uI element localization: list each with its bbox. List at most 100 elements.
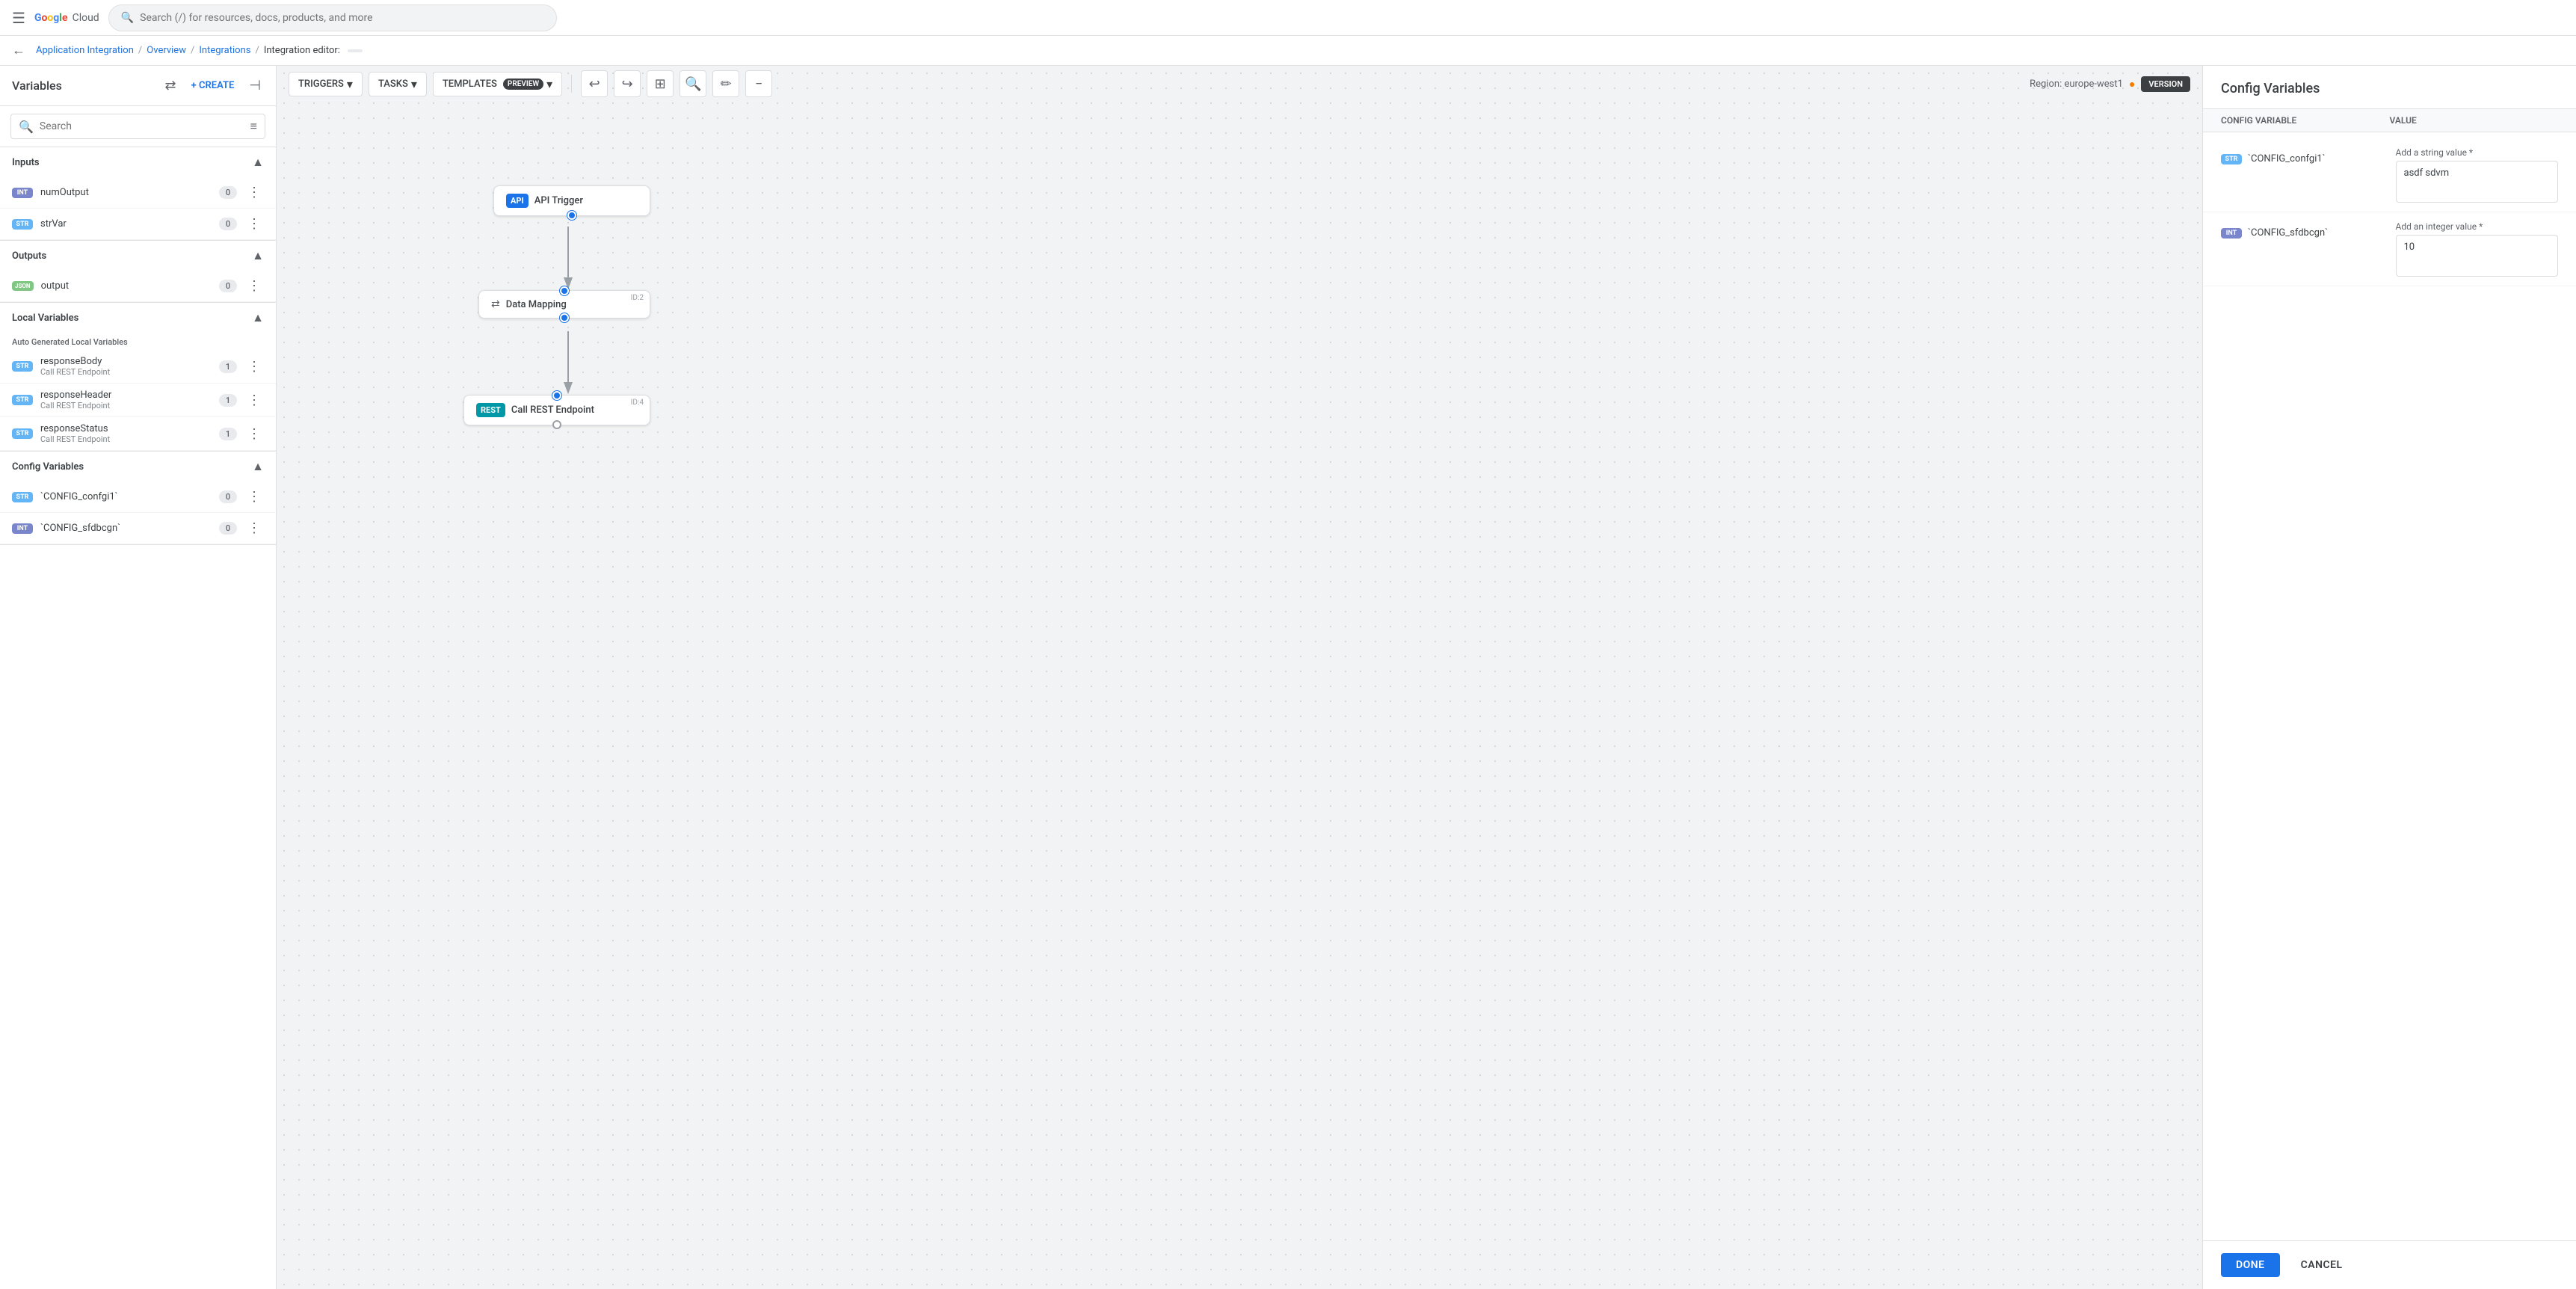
outputs-section-header[interactable]: Outputs ▲: [0, 241, 276, 271]
done-button[interactable]: DONE: [2221, 1253, 2280, 1277]
local-variables-title: Local Variables: [12, 313, 252, 324]
list-item[interactable]: STR responseHeader Call REST Endpoint 1 …: [0, 384, 276, 417]
status-dot: ●: [2129, 78, 2135, 90]
cancel-button[interactable]: CANCEL: [2289, 1253, 2355, 1277]
type-badge-int: INT: [12, 188, 33, 198]
panel-table-header: Config Variable Value: [2203, 109, 2576, 132]
list-item[interactable]: STR strVar 0 ⋮: [0, 209, 276, 240]
var-menu-icon[interactable]: ⋮: [244, 425, 264, 443]
var-menu-icon[interactable]: ⋮: [244, 215, 264, 233]
data-mapping-label: Data Mapping: [506, 299, 567, 310]
sidebar: Variables ⇄ + CREATE ⊣ 🔍 ≡ Inputs ▲: [0, 66, 277, 1289]
triggers-button[interactable]: TRIGGERS ▾: [289, 72, 363, 96]
breadcrumb-overview[interactable]: Overview: [147, 45, 186, 56]
global-search-bar[interactable]: 🔍: [108, 4, 557, 31]
var-menu-icon[interactable]: ⋮: [244, 183, 264, 202]
search-icon: 🔍: [19, 120, 34, 134]
minus-button[interactable]: −: [745, 70, 772, 97]
rest-endpoint-node[interactable]: ID:4 REST Call REST Endpoint: [463, 395, 650, 425]
var-count: 0: [219, 490, 237, 503]
panel-header: Config Variables: [2203, 66, 2576, 109]
global-search-input[interactable]: [140, 12, 544, 24]
sidebar-title: Variables: [12, 79, 156, 93]
search-input[interactable]: [40, 120, 244, 132]
rest-dot-bottom: [552, 420, 561, 429]
filter-icon[interactable]: ≡: [250, 119, 257, 134]
back-button[interactable]: ←: [12, 43, 25, 58]
zoom-button[interactable]: 🔍: [680, 70, 706, 97]
api-badge: API: [506, 194, 529, 208]
list-item[interactable]: STR responseBody Call REST Endpoint 1 ⋮: [0, 350, 276, 384]
var-count: 1: [219, 394, 237, 407]
breadcrumb-integrations[interactable]: Integrations: [199, 45, 250, 56]
list-item[interactable]: STR `CONFIG_confgi1` 0 ⋮: [0, 482, 276, 513]
version-badge[interactable]: VERSION: [2141, 76, 2190, 92]
config-variables-title: Config Variables: [12, 461, 252, 473]
search-input-wrap[interactable]: 🔍 ≡: [10, 114, 265, 139]
panel-actions: DONE CANCEL: [2203, 1240, 2576, 1289]
list-item[interactable]: JSON output 0 ⋮: [0, 271, 276, 302]
config-value-input-2[interactable]: 10: [2396, 235, 2559, 277]
api-trigger-dot-bottom: [567, 211, 576, 220]
sidebar-actions: ⇄ + CREATE ⊣: [162, 75, 264, 96]
local-variables-header[interactable]: Local Variables ▲: [0, 303, 276, 333]
config-value-input-1[interactable]: asdf sdvm: [2396, 161, 2559, 203]
inputs-section: Inputs ▲ INT numOutput 0 ⋮ STR strVar 0 …: [0, 147, 276, 241]
col-header-variable: Config Variable: [2221, 115, 2390, 126]
outputs-section: Outputs ▲ JSON output 0 ⋮: [0, 241, 276, 303]
sidebar-collapse-icon[interactable]: ⊣: [246, 75, 264, 96]
data-mapping-dot-top: [560, 286, 569, 295]
var-menu-icon[interactable]: ⋮: [244, 519, 264, 538]
inputs-section-header[interactable]: Inputs ▲: [0, 147, 276, 177]
top-bar: ☰ Google Cloud 🔍: [0, 0, 2576, 36]
api-trigger-label: API Trigger: [534, 195, 583, 206]
list-item[interactable]: STR responseStatus Call REST Endpoint 1 …: [0, 417, 276, 451]
var-menu-icon[interactable]: ⋮: [244, 487, 264, 506]
var-count: 0: [219, 522, 237, 535]
type-badge-str: STR: [12, 428, 33, 439]
layout-button[interactable]: ⊞: [647, 70, 674, 97]
var-name: numOutput: [40, 187, 212, 198]
config-variables-chevron: ▲: [252, 459, 264, 474]
right-panel: Config Variables Config Variable Value S…: [2202, 66, 2576, 1289]
breadcrumb-app-integration[interactable]: Application Integration: [36, 45, 134, 56]
panel-content: STR `CONFIG_confgi1` Add a string value …: [2203, 132, 2576, 1240]
config-var-name-2: INT `CONFIG_sfdbcgn`: [2221, 221, 2384, 239]
outputs-chevron: ▲: [252, 248, 264, 263]
inputs-title: Inputs: [12, 157, 252, 168]
redo-button[interactable]: ↪: [614, 70, 641, 97]
var-name: responseStatus: [40, 423, 212, 434]
rest-endpoint-id: ID:4: [631, 399, 644, 407]
undo-button[interactable]: ↩: [581, 70, 608, 97]
data-mapping-dot-bottom: [560, 313, 569, 322]
tasks-button[interactable]: TASKS ▾: [369, 72, 427, 96]
templates-button[interactable]: TEMPLATES PREVIEW ▾: [433, 72, 562, 96]
config-row-2: INT `CONFIG_sfdbcgn` Add an integer valu…: [2203, 212, 2576, 286]
var-menu-icon[interactable]: ⋮: [244, 391, 264, 410]
var-menu-icon[interactable]: ⋮: [244, 357, 264, 376]
data-mapping-node[interactable]: ID:2 ⇄ Data Mapping: [478, 290, 650, 319]
canvas-area: TRIGGERS ▾ TASKS ▾ TEMPLATES PREVIEW ▾ ↩…: [277, 66, 2202, 1289]
sidebar-header: Variables ⇄ + CREATE ⊣: [0, 66, 276, 106]
create-variable-button[interactable]: + CREATE: [185, 77, 241, 94]
type-badge-str: STR: [12, 361, 33, 372]
type-badge-str: STR: [12, 219, 33, 230]
list-item[interactable]: INT numOutput 0 ⋮: [0, 177, 276, 209]
config-value-label-1: Add a string value *: [2396, 147, 2559, 158]
var-count: 0: [219, 186, 237, 199]
sidebar-content: Inputs ▲ INT numOutput 0 ⋮ STR strVar 0 …: [0, 147, 276, 1289]
search-icon: 🔍: [121, 12, 134, 24]
local-variables-chevron: ▲: [252, 310, 264, 325]
paint-button[interactable]: ✏: [712, 70, 739, 97]
panel-title: Config Variables: [2221, 81, 2558, 96]
config-variables-header[interactable]: Config Variables ▲: [0, 452, 276, 482]
var-subtitle: Call REST Endpoint: [40, 434, 212, 444]
list-item[interactable]: INT `CONFIG_sfdbcgn` 0 ⋮: [0, 513, 276, 544]
toolbar-divider: [571, 75, 572, 93]
var-menu-icon[interactable]: ⋮: [244, 277, 264, 295]
var-name: output: [41, 280, 212, 292]
sidebar-swap-icon[interactable]: ⇄: [162, 75, 179, 96]
menu-icon[interactable]: ☰: [12, 9, 25, 27]
api-trigger-node[interactable]: API API Trigger: [493, 185, 650, 216]
var-name: strVar: [40, 218, 212, 230]
